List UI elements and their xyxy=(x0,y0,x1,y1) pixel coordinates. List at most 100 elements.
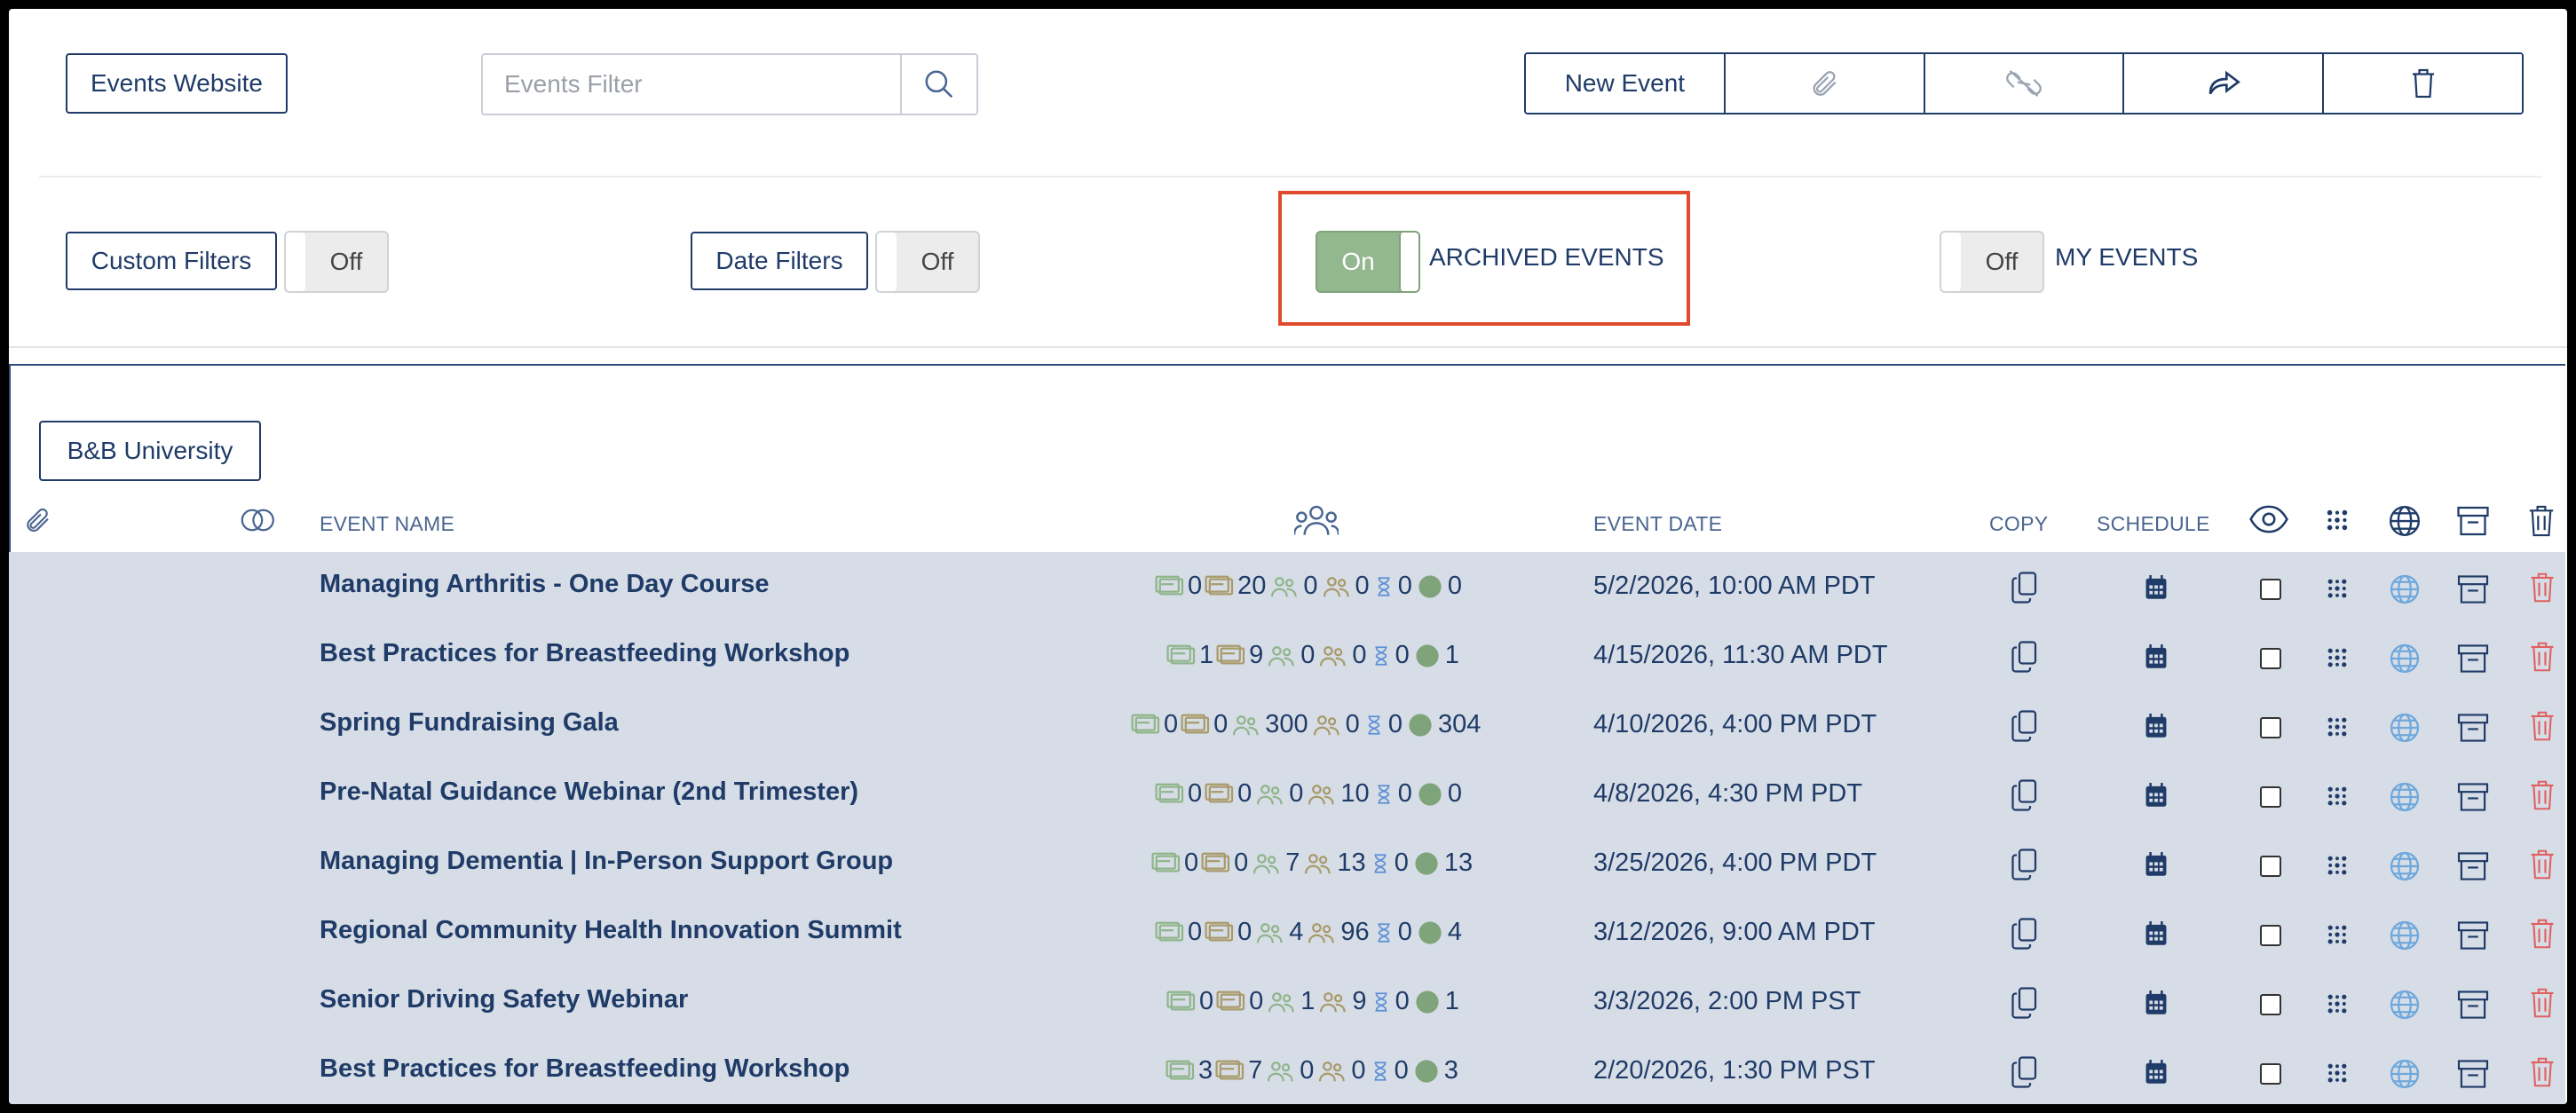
event-name-link[interactable]: Senior Driving Safety Webinar xyxy=(320,985,688,1014)
publish-button[interactable] xyxy=(2389,850,2421,882)
trash-icon[interactable] xyxy=(2528,504,2555,538)
grid-dots-icon xyxy=(2327,579,2347,598)
archive-button[interactable] xyxy=(2457,783,2489,811)
delete-event-button[interactable] xyxy=(2530,987,2555,1019)
visibility-checkbox[interactable] xyxy=(2260,856,2281,877)
custom-filters-toggle[interactable]: Off xyxy=(284,231,389,293)
publish-button[interactable] xyxy=(2389,781,2421,813)
event-name-link[interactable]: Best Practices for Breastfeeding Worksho… xyxy=(320,1054,849,1084)
visibility-checkbox[interactable] xyxy=(2260,994,2281,1015)
archived-events-toggle[interactable]: On xyxy=(1316,231,1420,293)
visibility-checkbox[interactable] xyxy=(2260,1063,2281,1085)
globe-icon[interactable] xyxy=(2388,504,2422,538)
schedule-button[interactable] xyxy=(2145,575,2168,600)
event-name-link[interactable]: Managing Arthritis - One Day Course xyxy=(320,570,770,599)
copy-button[interactable] xyxy=(2011,641,2039,673)
qr-button[interactable] xyxy=(2326,785,2349,808)
table-row[interactable]: Regional Community Health Innovation Sum… xyxy=(9,902,2565,971)
events-filter-input[interactable] xyxy=(483,55,900,114)
overlap-circles-icon[interactable] xyxy=(240,506,277,534)
visibility-checkbox[interactable] xyxy=(2260,925,2281,946)
copy-button[interactable] xyxy=(2011,779,2039,811)
date-filters-toggle[interactable]: Off xyxy=(875,231,980,293)
qr-button[interactable] xyxy=(2326,646,2349,669)
events-website-button[interactable]: Events Website xyxy=(66,53,288,114)
archive-button[interactable] xyxy=(2457,644,2489,673)
table-row[interactable]: Senior Driving Safety Webinar 0 0 1 9 0 … xyxy=(9,971,2565,1040)
qr-button[interactable] xyxy=(2326,854,2349,877)
copy-button[interactable] xyxy=(2011,710,2039,742)
schedule-button[interactable] xyxy=(2145,991,2168,1015)
copy-button[interactable] xyxy=(2011,849,2039,880)
copy-button[interactable] xyxy=(2011,1056,2039,1088)
visibility-checkbox[interactable] xyxy=(2260,579,2281,600)
unlink-button[interactable] xyxy=(1924,54,2125,113)
publish-button[interactable] xyxy=(2389,643,2421,675)
checkbox-box xyxy=(2260,1063,2281,1085)
delete-button[interactable] xyxy=(2324,54,2522,113)
delete-event-button[interactable] xyxy=(2530,641,2555,673)
archive-button[interactable] xyxy=(2457,714,2489,742)
paperclip-icon[interactable] xyxy=(23,506,51,534)
count-value: 0 xyxy=(1300,641,1316,669)
event-name-link[interactable]: Managing Dementia | In-Person Support Gr… xyxy=(320,847,893,876)
schedule-button[interactable] xyxy=(2145,644,2168,669)
attach-button[interactable] xyxy=(1725,54,1925,113)
qr-button[interactable] xyxy=(2326,992,2349,1015)
copy-button[interactable] xyxy=(2011,987,2039,1019)
table-row[interactable]: Pre-Natal Guidance Webinar (2nd Trimeste… xyxy=(9,763,2565,833)
my-events-toggle[interactable]: Off xyxy=(1940,231,2044,293)
date-filters-button[interactable]: Date Filters xyxy=(691,232,868,290)
org-button[interactable]: B&B University xyxy=(39,421,261,481)
delete-event-button[interactable] xyxy=(2530,710,2555,742)
delete-event-button[interactable] xyxy=(2530,1056,2555,1088)
table-row[interactable]: Best Practices for Breastfeeding Worksho… xyxy=(9,625,2565,694)
event-name-link[interactable]: Pre-Natal Guidance Webinar (2nd Trimeste… xyxy=(320,778,858,807)
grid-dots-icon[interactable] xyxy=(2325,508,2350,533)
archive-button[interactable] xyxy=(2457,575,2489,604)
event-name-link[interactable]: Spring Fundraising Gala xyxy=(320,708,619,738)
archive-button[interactable] xyxy=(2457,991,2489,1019)
qr-button[interactable] xyxy=(2326,715,2349,738)
archive-button[interactable] xyxy=(2457,1060,2489,1088)
delete-event-button[interactable] xyxy=(2530,849,2555,880)
publish-button[interactable] xyxy=(2389,1058,2421,1090)
archive-button[interactable] xyxy=(2457,852,2489,880)
schedule-button[interactable] xyxy=(2145,783,2168,808)
copy-button[interactable] xyxy=(2011,918,2039,950)
delete-event-button[interactable] xyxy=(2530,572,2555,604)
qr-button[interactable] xyxy=(2326,577,2349,600)
search-button[interactable] xyxy=(900,55,976,114)
delete-event-button[interactable] xyxy=(2530,918,2555,950)
event-name-link[interactable]: Regional Community Health Innovation Sum… xyxy=(320,916,902,945)
table-row[interactable]: Best Practices for Breastfeeding Worksho… xyxy=(9,1040,2565,1104)
schedule-button[interactable] xyxy=(2145,1060,2168,1085)
qr-button[interactable] xyxy=(2326,923,2349,946)
schedule-button[interactable] xyxy=(2145,852,2168,877)
archive-button[interactable] xyxy=(2457,921,2489,950)
schedule-button[interactable] xyxy=(2145,921,2168,946)
publish-button[interactable] xyxy=(2389,573,2421,605)
copy-button[interactable] xyxy=(2011,572,2039,604)
custom-filters-button[interactable]: Custom Filters xyxy=(66,232,277,290)
visibility-checkbox[interactable] xyxy=(2260,648,2281,669)
new-event-button[interactable]: New Event xyxy=(1526,54,1726,113)
share-button[interactable] xyxy=(2124,54,2325,113)
visibility-checkbox[interactable] xyxy=(2260,786,2281,808)
schedule-button[interactable] xyxy=(2145,714,2168,738)
publish-button[interactable] xyxy=(2389,712,2421,744)
hourglass-icon xyxy=(1378,922,1390,943)
count-value: 0 xyxy=(1345,710,1360,738)
publish-button[interactable] xyxy=(2389,989,2421,1021)
eye-icon[interactable] xyxy=(2249,504,2288,534)
table-row[interactable]: Spring Fundraising Gala 0 0 300 0 0 304 … xyxy=(9,694,2565,763)
table-row[interactable]: Managing Dementia | In-Person Support Gr… xyxy=(9,833,2565,902)
event-name-link[interactable]: Best Practices for Breastfeeding Worksho… xyxy=(320,639,849,668)
qr-button[interactable] xyxy=(2326,1062,2349,1085)
visibility-checkbox[interactable] xyxy=(2260,717,2281,738)
archive-icon[interactable] xyxy=(2457,506,2489,536)
delete-event-button[interactable] xyxy=(2530,779,2555,811)
publish-button[interactable] xyxy=(2389,920,2421,951)
hourglass-icon xyxy=(1368,714,1380,735)
table-row[interactable]: Managing Arthritis - One Day Course 0 20… xyxy=(9,556,2565,625)
